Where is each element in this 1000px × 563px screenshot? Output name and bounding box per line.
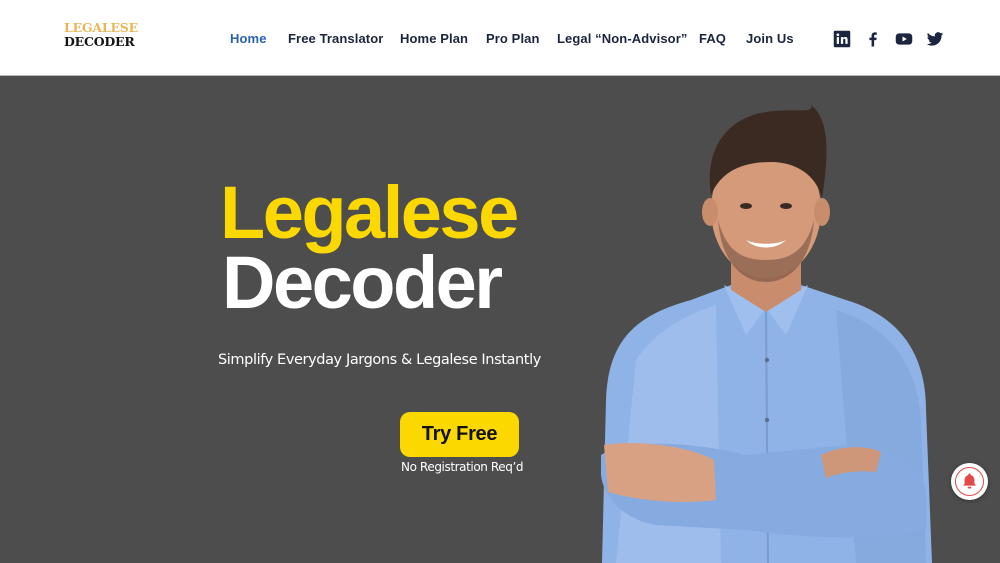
- nav-pro-plan[interactable]: Pro Plan: [486, 31, 540, 46]
- hero-title-line-2: Decoder: [222, 241, 503, 324]
- notification-bell-button[interactable]: [951, 463, 988, 500]
- nav-legal-non-advisor[interactable]: Legal “Non-Advisor”: [557, 31, 687, 46]
- nav-home[interactable]: Home: [230, 31, 267, 46]
- site-header: LEGALESE DECODER Home Free Translator Ho…: [0, 0, 1000, 76]
- nav-faq[interactable]: FAQ: [699, 31, 726, 46]
- nav-join-us[interactable]: Join Us: [746, 31, 794, 46]
- no-registration-note: No Registration Req’d: [401, 460, 524, 474]
- hero-subtitle: Simplify Everyday Jargons & Legalese Ins…: [218, 352, 541, 368]
- bell-icon: [963, 473, 976, 489]
- hero-person-image: [601, 105, 932, 563]
- site-logo[interactable]: LEGALESE DECODER: [64, 20, 138, 49]
- facebook-icon[interactable]: [864, 30, 882, 48]
- try-free-button[interactable]: Try Free: [400, 412, 519, 457]
- nav-home-plan[interactable]: Home Plan: [400, 31, 468, 46]
- logo-line-2: DECODER: [64, 33, 135, 49]
- youtube-icon[interactable]: [895, 30, 913, 48]
- linkedin-icon[interactable]: [833, 30, 851, 48]
- nav-free-translator[interactable]: Free Translator: [288, 31, 383, 46]
- hero-title-line-1: Legalese: [220, 171, 519, 254]
- logo-line-1: LEGALESE: [64, 20, 138, 35]
- twitter-icon[interactable]: [926, 30, 944, 48]
